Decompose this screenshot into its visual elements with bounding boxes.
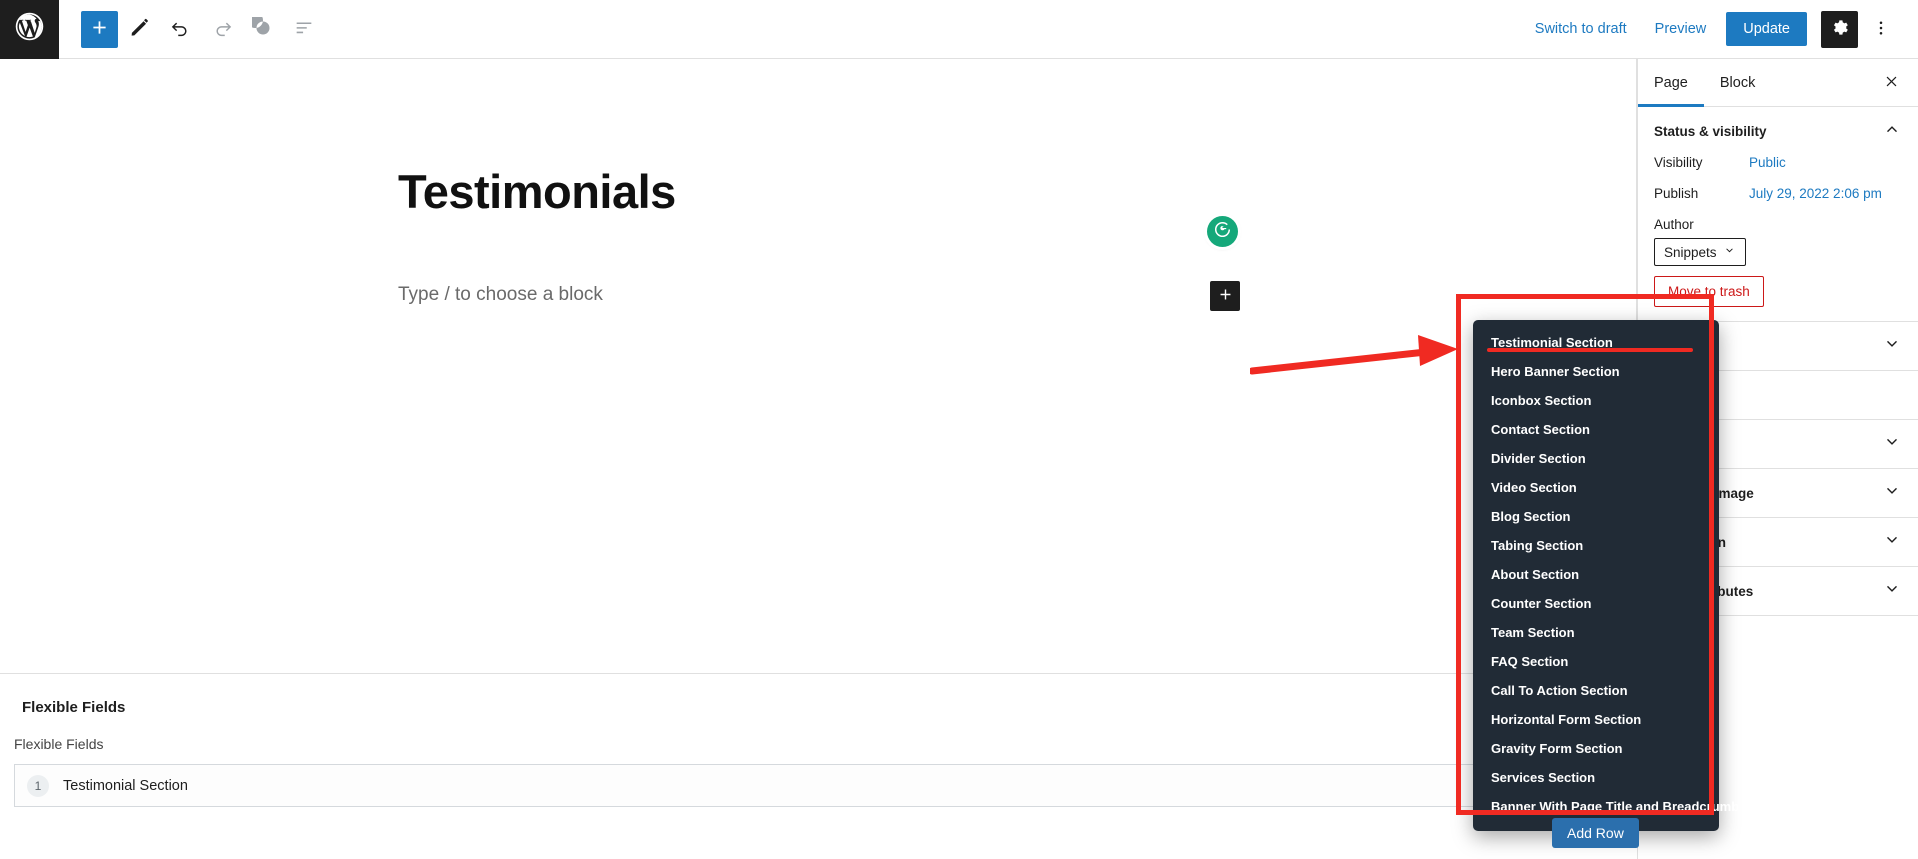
layout-option-video-section[interactable]: Video Section <box>1473 473 1719 502</box>
undo-button[interactable] <box>161 10 200 49</box>
plus-icon <box>89 17 110 41</box>
block-placeholder-input[interactable]: Type / to choose a block <box>398 284 603 306</box>
status-panel-body: Visibility Public Publish July 29, 2022 … <box>1654 155 1902 321</box>
annotation-underline <box>1487 348 1693 352</box>
author-label: Author <box>1654 217 1694 232</box>
flexible-fields-layout-list: 1 Testimonial Section <box>14 764 1623 807</box>
plus-icon <box>1217 286 1234 306</box>
redo-arrow-icon <box>211 17 233 42</box>
preview-button[interactable]: Preview <box>1641 13 1721 45</box>
info-circle-icon <box>246 11 274 42</box>
editor-top-toolbar: Switch to draft Preview Update <box>0 0 1918 59</box>
close-sidebar-button[interactable] <box>1876 68 1906 98</box>
chevron-down-icon <box>1882 579 1902 604</box>
metabox-body: Flexible Fields 1 Testimonial Section <box>0 736 1637 807</box>
layout-option-gravity-form-section[interactable]: Gravity Form Section <box>1473 734 1719 763</box>
publish-date-button[interactable]: July 29, 2022 2:06 pm <box>1749 186 1882 201</box>
layout-option-blog-section[interactable]: Blog Section <box>1473 502 1719 531</box>
layout-option-banner-with-page-title-and-breadcrumb[interactable]: Banner With Page Title and Breadcrumb <box>1473 792 1739 821</box>
add-block-button[interactable] <box>81 10 118 48</box>
tab-block[interactable]: Block <box>1704 59 1771 107</box>
tab-page[interactable]: Page <box>1638 59 1704 107</box>
page-title[interactable]: Testimonials <box>398 164 676 219</box>
chevron-down-icon <box>1882 334 1902 359</box>
layout-option-faq-section[interactable]: FAQ Section <box>1473 647 1719 676</box>
chevron-down-icon <box>1723 244 1736 260</box>
sidebar-tabs: Page Block <box>1638 59 1918 107</box>
toolbar-right-actions: Switch to draft Preview Update <box>1521 10 1918 48</box>
layout-option-about-section[interactable]: About Section <box>1473 560 1719 589</box>
metabox-heading: Flexible Fields <box>22 699 126 716</box>
list-item[interactable]: 1 Testimonial Section <box>15 765 1622 806</box>
layout-option-contact-section[interactable]: Contact Section <box>1473 415 1719 444</box>
status-panel-title: Status & visibility <box>1654 123 1767 139</box>
visibility-value-button[interactable]: Public <box>1749 155 1786 170</box>
row-layout-title: Testimonial Section <box>63 777 188 794</box>
visibility-label: Visibility <box>1654 155 1703 170</box>
settings-toggle-button[interactable] <box>1821 10 1858 48</box>
author-row: Author Snippets <box>1654 217 1902 266</box>
publish-row: Publish July 29, 2022 2:06 pm <box>1654 186 1902 201</box>
status-panel-header[interactable]: Status & visibility <box>1654 107 1902 155</box>
flexible-fields-metabox: Flexible Fields Flexible Fields 1 Testim… <box>0 673 1637 859</box>
layout-selector-popup: Testimonial Section Hero Banner Section … <box>1473 320 1739 841</box>
layout-option-call-to-action-section[interactable]: Call To Action Section <box>1473 676 1719 705</box>
flexible-fields-label: Flexible Fields <box>14 736 104 752</box>
pencil-icon <box>129 17 150 41</box>
visibility-row: Visibility Public <box>1654 155 1902 170</box>
status-and-visibility-panel: Status & visibility Visibility Public Pu… <box>1638 107 1918 322</box>
author-select[interactable]: Snippets <box>1654 238 1746 266</box>
chevron-down-icon <box>1882 481 1902 506</box>
more-options-button[interactable] <box>1864 11 1898 48</box>
gear-icon <box>1830 18 1849 40</box>
annotation-arrow <box>1250 335 1458 375</box>
layout-option-horizontal-form-section[interactable]: Horizontal Form Section <box>1473 705 1719 734</box>
layout-option-iconbox-section[interactable]: Iconbox Section <box>1473 386 1719 415</box>
three-dots-vertical-icon <box>1872 19 1890 40</box>
author-value: Snippets <box>1664 244 1717 260</box>
list-view-icon <box>293 17 315 42</box>
layout-option-services-section[interactable]: Services Section <box>1473 763 1719 792</box>
layout-option-counter-section[interactable]: Counter Section <box>1473 589 1719 618</box>
list-view-button[interactable] <box>284 10 323 49</box>
grammarly-g-icon <box>1212 219 1233 245</box>
wordpress-logo-button[interactable] <box>0 0 59 59</box>
undo-arrow-icon <box>170 17 192 42</box>
toolbar-left-tools <box>59 10 323 49</box>
chevron-down-icon <box>1882 530 1902 555</box>
layout-option-tabing-section[interactable]: Tabing Section <box>1473 531 1719 560</box>
grammarly-button[interactable] <box>1207 216 1238 247</box>
chevron-up-icon <box>1882 119 1902 144</box>
update-button[interactable]: Update <box>1726 12 1807 46</box>
block-inserter-button[interactable] <box>1210 281 1240 311</box>
row-order-badge: 1 <box>27 774 49 797</box>
details-button[interactable] <box>243 10 282 49</box>
chevron-down-icon <box>1882 432 1902 457</box>
switch-to-draft-button[interactable]: Switch to draft <box>1521 13 1641 45</box>
redo-button[interactable] <box>202 10 241 49</box>
edit-tool-button[interactable] <box>120 10 159 49</box>
layout-option-testimonial-section[interactable]: Testimonial Section <box>1473 328 1719 357</box>
publish-label: Publish <box>1654 186 1699 201</box>
move-to-trash-button[interactable]: Move to trash <box>1654 276 1764 307</box>
layout-option-team-section[interactable]: Team Section <box>1473 618 1719 647</box>
layout-option-hero-banner-section[interactable]: Hero Banner Section <box>1473 357 1719 386</box>
layout-option-divider-section[interactable]: Divider Section <box>1473 444 1719 473</box>
close-icon <box>1882 72 1901 94</box>
wordpress-logo-icon <box>13 10 46 48</box>
add-row-button[interactable]: Add Row <box>1552 818 1639 848</box>
